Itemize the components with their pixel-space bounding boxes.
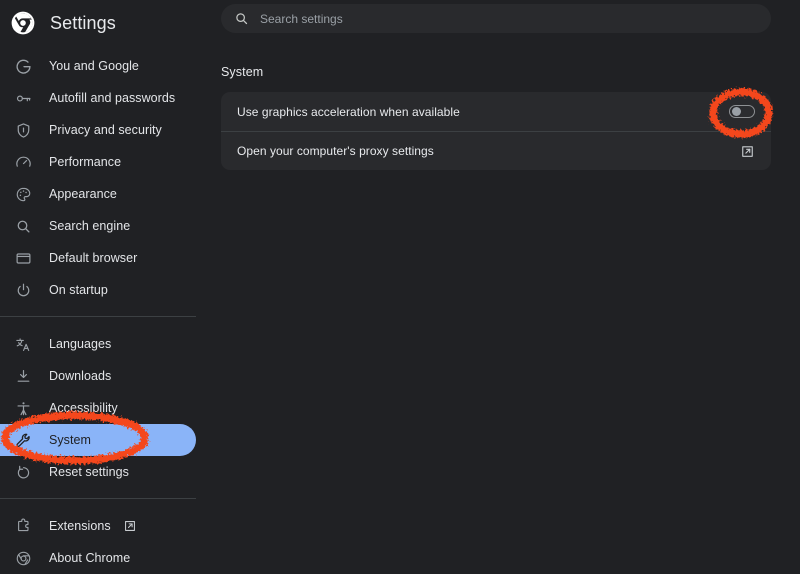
- sidebar-item-privacy-and-security[interactable]: Privacy and security: [0, 114, 210, 146]
- search-input[interactable]: [260, 11, 680, 26]
- sidebar-item-default-browser[interactable]: Default browser: [0, 242, 210, 274]
- sidebar-item-label: Appearance: [49, 187, 117, 201]
- sidebar-item-label: Extensions: [49, 519, 111, 533]
- section-title-system: System: [221, 65, 264, 79]
- search-icon: [234, 11, 249, 26]
- wrench-icon: [14, 431, 32, 449]
- sidebar-item-label: Languages: [49, 337, 112, 351]
- page-title: Settings: [50, 12, 116, 33]
- chrome-logo-icon: [10, 10, 36, 36]
- sidebar-item-label: System: [49, 433, 91, 447]
- sidebar-item-label: Accessibility: [49, 401, 118, 415]
- main-content: System Use graphics acceleration when av…: [210, 0, 800, 561]
- magnifier-icon: [14, 217, 32, 235]
- sidebar-item-label: You and Google: [49, 59, 139, 73]
- key-icon: [14, 89, 32, 107]
- sidebar-item-about-chrome[interactable]: About Chrome: [0, 542, 210, 574]
- sidebar-divider-2: [0, 498, 196, 499]
- sidebar-item-languages[interactable]: Languages: [0, 328, 210, 360]
- translate-icon: [14, 335, 32, 353]
- sidebar-item-on-startup[interactable]: On startup: [0, 274, 210, 306]
- row-label: Use graphics acceleration when available: [237, 104, 460, 119]
- restore-icon: [14, 463, 32, 481]
- sidebar-item-system[interactable]: System: [0, 424, 210, 456]
- toggle-knob: [732, 107, 741, 116]
- sidebar-item-performance[interactable]: Performance: [0, 146, 210, 178]
- power-icon: [14, 281, 32, 299]
- download-icon: [14, 367, 32, 385]
- sidebar-item-label: Search engine: [49, 219, 131, 233]
- extension-puzzle-icon: [14, 517, 32, 535]
- accessibility-person-icon: [14, 399, 32, 417]
- sidebar-item-label: Default browser: [49, 251, 138, 265]
- sidebar-nav: You and Google Autofill and passwords Pr…: [0, 50, 210, 574]
- sidebar-item-label: Privacy and security: [49, 123, 162, 137]
- sidebar-item-label: Performance: [49, 155, 122, 169]
- sidebar-item-search-engine[interactable]: Search engine: [0, 210, 210, 242]
- shield-icon: [14, 121, 32, 139]
- browser-window-icon: [14, 249, 32, 267]
- search-settings-bar[interactable]: [221, 4, 771, 33]
- speedometer-icon: [14, 153, 32, 171]
- system-settings-card: Use graphics acceleration when available…: [221, 92, 771, 170]
- sidebar-item-label: Autofill and passwords: [49, 91, 176, 105]
- sidebar-item-accessibility[interactable]: Accessibility: [0, 392, 210, 424]
- palette-icon: [14, 185, 32, 203]
- row-graphics-acceleration[interactable]: Use graphics acceleration when available: [221, 92, 771, 131]
- sidebar-item-label: About Chrome: [49, 551, 131, 565]
- chrome-logo-icon: [14, 549, 32, 567]
- sidebar-item-label: On startup: [49, 283, 108, 297]
- open-in-new-icon[interactable]: [740, 144, 755, 159]
- sidebar-item-autofill-and-passwords[interactable]: Autofill and passwords: [0, 82, 210, 114]
- sidebar-item-extensions[interactable]: Extensions: [0, 510, 210, 542]
- sidebar-divider-1: [0, 316, 196, 317]
- graphics-acceleration-toggle[interactable]: [729, 105, 755, 118]
- sidebar-item-label: Reset settings: [49, 465, 129, 479]
- settings-window: Settings You and Google Autofill and pas…: [0, 0, 800, 565]
- brand-header: Settings: [0, 0, 210, 46]
- sidebar-item-label: Downloads: [49, 369, 112, 383]
- sidebar-item-appearance[interactable]: Appearance: [0, 178, 210, 210]
- row-label: Open your computer's proxy settings: [237, 144, 434, 158]
- sidebar-item-reset-settings[interactable]: Reset settings: [0, 456, 210, 488]
- row-proxy-settings[interactable]: Open your computer's proxy settings: [221, 131, 771, 170]
- sidebar-item-you-and-google[interactable]: You and Google: [0, 50, 210, 82]
- sidebar-item-downloads[interactable]: Downloads: [0, 360, 210, 392]
- google-g-icon: [14, 57, 32, 75]
- open-in-new-icon: [123, 519, 137, 533]
- sidebar: Settings You and Google Autofill and pas…: [0, 0, 210, 565]
